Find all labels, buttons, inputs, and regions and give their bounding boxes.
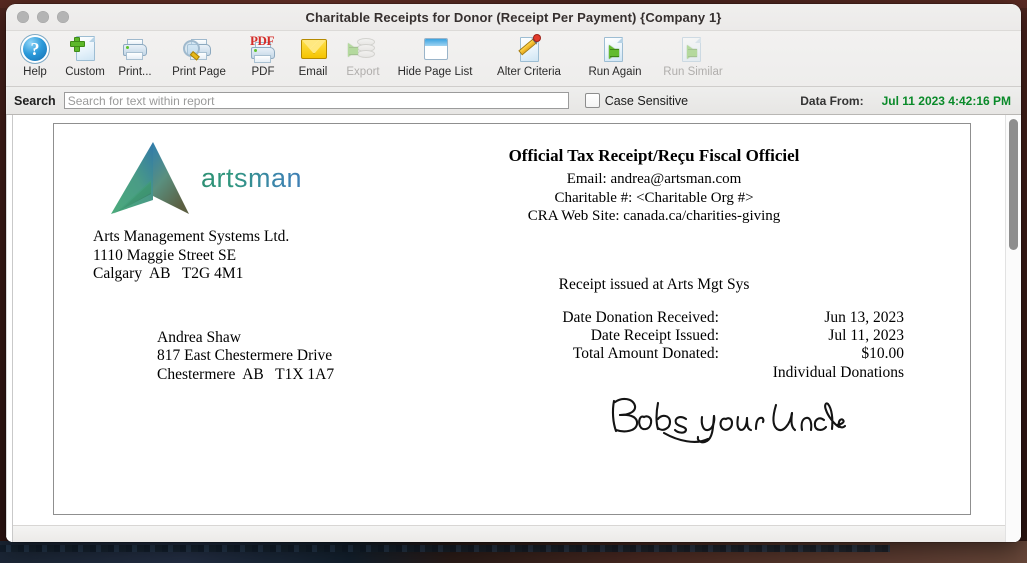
report-content: artsman Arts Management Systems Ltd. 111…: [6, 115, 1021, 542]
window-title: Charitable Receipts for Donor (Receipt P…: [305, 9, 722, 25]
printer-icon: [120, 34, 150, 64]
table-row: Total Amount Donated: $10.00: [494, 345, 904, 363]
toolbar-label-run-similar: Run Similar: [663, 66, 723, 78]
run-similar-arrow-icon: [678, 34, 708, 64]
table-row: Date Donation Received: Jun 13, 2023: [494, 309, 904, 327]
table-row: Date Receipt Issued: Jul 11, 2023: [494, 327, 904, 345]
panel-icon: [420, 34, 450, 64]
run-arrow-icon: [600, 34, 630, 64]
organization-contact-lines: Email: andrea@artsman.com Charitable #: …: [527, 171, 781, 225]
toolbar-button-print-page[interactable]: Print Page: [160, 31, 238, 85]
vertical-scrollbar[interactable]: [1005, 115, 1021, 542]
issued-at-line: Receipt issued at Arts Mgt Sys: [558, 276, 750, 293]
company-address: Arts Management Systems Ltd. 1110 Maggie…: [93, 228, 290, 283]
toolbar-label-run-again: Run Again: [588, 66, 642, 78]
envelope-icon: [298, 34, 328, 64]
custom-document-icon: [70, 34, 100, 64]
report-window: Charitable Receipts for Donor (Receipt P…: [6, 4, 1021, 542]
search-input[interactable]: [63, 92, 569, 109]
data-from-label: Data From:: [800, 93, 864, 108]
case-sensitive-checkbox[interactable]: [584, 93, 600, 108]
zoom-button[interactable]: [57, 11, 69, 23]
export-database-icon: [348, 34, 378, 64]
toolbar-button-run-again[interactable]: Run Again: [576, 31, 654, 85]
toolbar-button-run-similar: Run Similar: [654, 31, 732, 85]
signature: [606, 389, 847, 449]
toolbar-label-hide-page-list: Hide Page List: [397, 66, 473, 78]
toolbar-label-print-page: Print Page: [172, 66, 226, 78]
page-list-panel[interactable]: [6, 115, 13, 542]
receipt-title: Official Tax Receipt/Reçu Fiscal Officie…: [508, 146, 800, 165]
toolbar-label-help: Help: [23, 66, 47, 78]
toolbar-button-export: Export: [338, 31, 388, 85]
table-row: Individual Donations: [494, 364, 904, 382]
case-sensitive-toggle[interactable]: Case Sensitive: [584, 93, 689, 108]
toolbar-label-export: Export: [346, 66, 380, 78]
artsman-logo: artsman: [111, 138, 326, 216]
toolbar-label-print: Print...: [118, 66, 152, 78]
toolbar-button-custom[interactable]: Custom: [60, 31, 110, 85]
detail-key: [494, 364, 737, 382]
donor-address: Andrea Shaw 817 East Chestermere Drive C…: [157, 329, 335, 383]
search-label: Search: [14, 93, 56, 108]
help-icon: ?: [20, 34, 50, 64]
content-bottom-strip: [13, 525, 1005, 542]
toolbar: ? Help Custom Print... Print Page PDF PD…: [6, 31, 1021, 87]
detail-value: Jul 11, 2023: [828, 327, 904, 345]
receipt-document: artsman Arts Management Systems Ltd. 111…: [54, 124, 970, 514]
toolbar-button-hide-page-list[interactable]: Hide Page List: [388, 31, 482, 85]
detail-key: Date Receipt Issued:: [590, 327, 719, 345]
window-titlebar[interactable]: Charitable Receipts for Donor (Receipt P…: [6, 4, 1021, 31]
toolbar-button-pdf[interactable]: PDF PDF: [238, 31, 288, 85]
receipt-details-table: Date Donation Received: Jun 13, 2023 Dat…: [494, 309, 904, 382]
signature-icon: [611, 397, 847, 444]
close-button[interactable]: [17, 11, 29, 23]
case-sensitive-label: Case Sensitive: [604, 93, 689, 108]
toolbar-button-print[interactable]: Print...: [110, 31, 160, 85]
toolbar-label-pdf: PDF: [251, 66, 275, 78]
search-bar: Search Case Sensitive Data From: Jul 11 …: [6, 87, 1021, 115]
toolbar-button-help[interactable]: ? Help: [10, 31, 60, 85]
toolbar-label-alter-criteria: Alter Criteria: [497, 66, 561, 78]
receipt-page: artsman Arts Management Systems Ltd. 111…: [53, 123, 971, 515]
window-controls: [17, 11, 69, 23]
detail-key: Total Amount Donated:: [572, 345, 719, 363]
detail-value: Jun 13, 2023: [824, 309, 904, 326]
screen: Charitable Receipts for Donor (Receipt P…: [0, 0, 1027, 563]
page-viewport[interactable]: artsman Arts Management Systems Ltd. 111…: [13, 115, 1005, 542]
pencil-edit-icon: [514, 34, 544, 64]
desktop-bottom-strip: [0, 541, 1027, 563]
toolbar-label-email: Email: [298, 66, 328, 78]
toolbar-button-email[interactable]: Email: [288, 31, 338, 85]
detail-value: Individual Donations: [772, 363, 904, 381]
pdf-icon: PDF: [248, 33, 278, 64]
toolbar-button-alter-criteria[interactable]: Alter Criteria: [482, 31, 576, 85]
minimize-button[interactable]: [37, 11, 49, 23]
print-preview-icon: [183, 34, 214, 64]
detail-key: Date Donation Received:: [562, 309, 719, 326]
vertical-scrollbar-thumb[interactable]: [1009, 119, 1018, 250]
detail-value: $10.00: [861, 345, 904, 363]
artsman-wordmark: artsman: [201, 163, 303, 193]
toolbar-label-custom: Custom: [65, 66, 105, 78]
data-from-value: Jul 11 2023 4:42:16 PM: [881, 93, 1011, 108]
